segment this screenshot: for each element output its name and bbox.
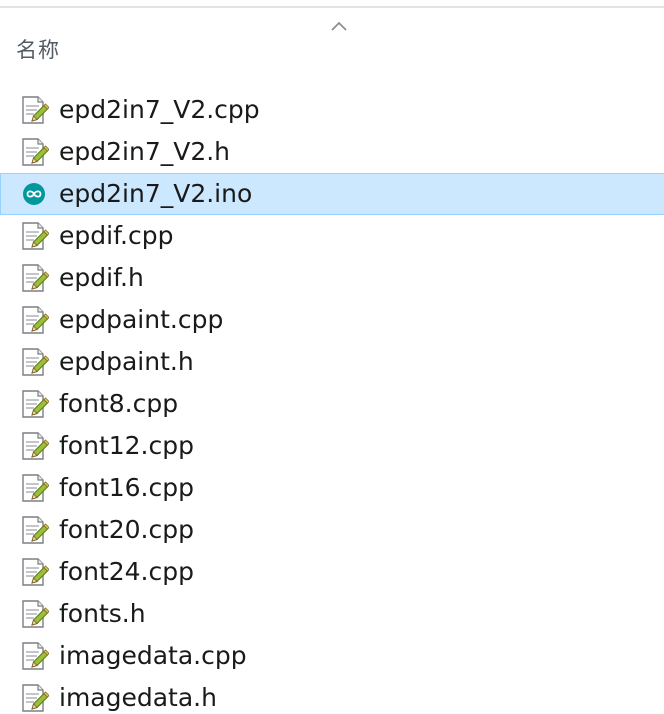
text-file-pencil-icon bbox=[22, 222, 49, 250]
file-row[interactable]: font8.cpp bbox=[0, 383, 664, 425]
file-row[interactable]: imagedata.cpp bbox=[0, 635, 664, 677]
text-file-pencil-icon bbox=[22, 96, 49, 124]
file-name: fonts.h bbox=[59, 599, 146, 628]
file-row[interactable]: font16.cpp bbox=[0, 467, 664, 509]
file-row-selected[interactable]: epd2in7_V2.ino bbox=[0, 173, 664, 215]
file-name: epdif.h bbox=[59, 263, 144, 292]
file-name: font24.cpp bbox=[59, 557, 194, 586]
text-file-pencil-icon bbox=[22, 600, 49, 628]
file-explorer-list-view: 名称 epd2in7_V2.cpp epd2in7_V2.h epd2in7_V… bbox=[0, 0, 664, 714]
file-row[interactable]: font20.cpp bbox=[0, 509, 664, 551]
text-file-pencil-icon bbox=[22, 264, 49, 292]
file-name: epd2in7_V2.h bbox=[59, 137, 231, 166]
file-name: epd2in7_V2.cpp bbox=[59, 95, 260, 124]
file-row[interactable]: epdpaint.cpp bbox=[0, 299, 664, 341]
file-name: epdif.cpp bbox=[59, 221, 174, 250]
file-name: imagedata.h bbox=[59, 683, 217, 712]
text-file-pencil-icon bbox=[22, 684, 49, 712]
sort-ascending-icon[interactable] bbox=[328, 18, 350, 34]
text-file-pencil-icon bbox=[22, 516, 49, 544]
file-name: font8.cpp bbox=[59, 389, 179, 418]
file-name: imagedata.cpp bbox=[59, 641, 247, 670]
file-name: font16.cpp bbox=[59, 473, 194, 502]
file-name: epd2in7_V2.ino bbox=[59, 179, 253, 208]
file-row[interactable]: epdpaint.h bbox=[0, 341, 664, 383]
text-file-pencil-icon bbox=[22, 348, 49, 376]
file-name: epdpaint.h bbox=[59, 347, 194, 376]
arduino-icon bbox=[23, 183, 45, 205]
text-file-pencil-icon bbox=[22, 432, 49, 460]
file-list: epd2in7_V2.cpp epd2in7_V2.h epd2in7_V2.i… bbox=[0, 89, 664, 714]
file-row[interactable]: epd2in7_V2.cpp bbox=[0, 89, 664, 131]
text-file-pencil-icon bbox=[22, 474, 49, 502]
text-file-pencil-icon bbox=[22, 390, 49, 418]
file-row[interactable]: fonts.h bbox=[0, 593, 664, 635]
file-row[interactable]: epdif.h bbox=[0, 257, 664, 299]
file-name: epdpaint.cpp bbox=[59, 305, 224, 334]
file-row[interactable]: epd2in7_V2.h bbox=[0, 131, 664, 173]
file-name: font12.cpp bbox=[59, 431, 194, 460]
file-name: font20.cpp bbox=[59, 515, 194, 544]
text-file-pencil-icon bbox=[22, 138, 49, 166]
file-row[interactable]: imagedata.h bbox=[0, 677, 664, 714]
file-row[interactable]: font24.cpp bbox=[0, 551, 664, 593]
text-file-pencil-icon bbox=[22, 306, 49, 334]
column-header-divider bbox=[0, 6, 664, 8]
file-row[interactable]: epdif.cpp bbox=[0, 215, 664, 257]
name-column-header[interactable]: 名称 bbox=[16, 34, 60, 64]
text-file-pencil-icon bbox=[22, 558, 49, 586]
text-file-pencil-icon bbox=[22, 642, 49, 670]
file-row[interactable]: font12.cpp bbox=[0, 425, 664, 467]
